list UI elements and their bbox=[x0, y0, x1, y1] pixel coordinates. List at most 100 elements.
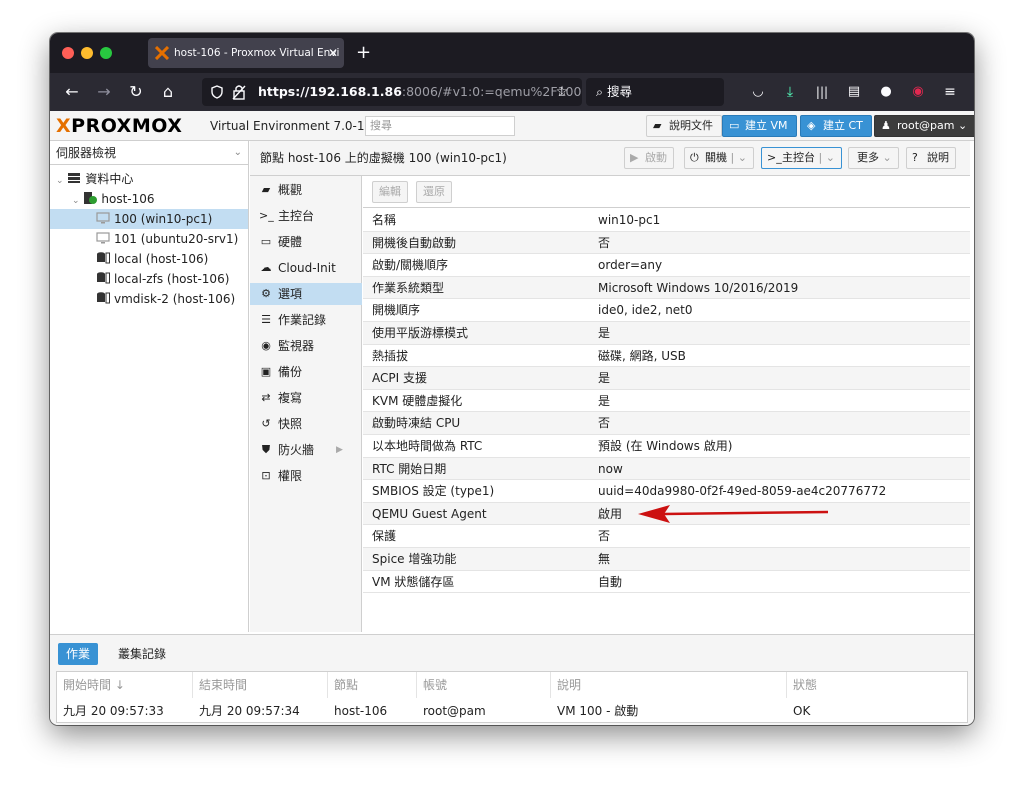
option-row[interactable]: 熱插拔 磁碟, 網路, USB bbox=[363, 345, 970, 368]
option-row[interactable]: 保護 否 bbox=[363, 525, 970, 548]
menu-item-cloud-init[interactable]: ☁ Cloud-Init bbox=[250, 257, 362, 279]
option-row[interactable]: VM 狀態儲存區 自動 bbox=[363, 571, 970, 594]
download-icon[interactable]: ⤓ bbox=[778, 73, 802, 111]
shield-icon: ⛊ bbox=[261, 443, 271, 456]
option-row[interactable]: ACPI 支援 是 bbox=[363, 367, 970, 390]
cell-status: OK bbox=[793, 704, 811, 718]
option-row[interactable]: SMBIOS 設定 (type1) uuid=40da9980-0f2f-49ed… bbox=[363, 480, 970, 503]
revert-button[interactable]: 還原 bbox=[416, 181, 452, 203]
menu-item-task-history[interactable]: ☰ 作業記錄 bbox=[250, 309, 362, 331]
docs-button[interactable]: ▰ 說明文件 bbox=[646, 115, 722, 137]
option-value: order=any bbox=[598, 258, 663, 273]
menu-item-permissions[interactable]: ⊡ 權限 bbox=[250, 465, 362, 487]
option-row[interactable]: RTC 開始日期 now bbox=[363, 457, 970, 481]
chevron-down-icon: ⌄ bbox=[958, 119, 968, 132]
column-user[interactable]: 帳號 bbox=[417, 672, 551, 698]
chevron-down-icon: | ⌄ bbox=[818, 151, 835, 164]
option-row[interactable]: Spice 增強功能 無 bbox=[363, 548, 970, 571]
menu-item-summary[interactable]: ▰ 概觀 bbox=[250, 179, 362, 201]
options-panel: 編輯 還原 名稱 win10-pc1 開機後自動啟動否啟動/關機順序 order=an… bbox=[363, 176, 970, 632]
tab-cluster-log[interactable]: 叢集記錄 bbox=[110, 643, 174, 665]
reload-icon[interactable]: ↻ bbox=[124, 73, 148, 111]
book-icon: ▰ bbox=[261, 183, 271, 196]
option-row[interactable]: 作業系統類型 Microsoft Windows 10/2016/2019 bbox=[363, 276, 970, 300]
monitor-icon: ▭ bbox=[260, 235, 272, 248]
menu-item-console[interactable]: >_ 主控台 bbox=[250, 205, 362, 227]
back-icon[interactable]: ← bbox=[60, 73, 84, 111]
minimize-window-button[interactable] bbox=[81, 47, 93, 59]
view-selector[interactable]: 伺服器檢視 ⌄ bbox=[50, 141, 248, 165]
menu-item-replication[interactable]: ⇄ 複寫 bbox=[250, 387, 362, 409]
cell-node: host-106 bbox=[334, 704, 388, 718]
menu-item-options[interactable]: ⚙ 選項 bbox=[250, 283, 362, 305]
chevron-down-icon: | ⌄ bbox=[730, 151, 747, 164]
tree-item-storage-local-zfs[interactable]: local-zfs (host-106) bbox=[96, 269, 229, 289]
proxmox-favicon-icon bbox=[155, 46, 169, 60]
forward-icon[interactable]: → bbox=[92, 73, 116, 111]
profile-icon[interactable]: ◉ bbox=[906, 73, 930, 111]
edit-button[interactable]: 編輯 bbox=[372, 181, 408, 203]
new-tab-button[interactable]: + bbox=[356, 38, 371, 68]
option-key: 作業系統類型 bbox=[372, 280, 445, 295]
tree-datacenter[interactable]: ⌄ 資料中心 bbox=[56, 169, 133, 189]
option-key: 開機順序 bbox=[372, 303, 421, 318]
tab-close-icon[interactable]: ✕ bbox=[328, 38, 338, 68]
tree-item-storage-vmdisk-2[interactable]: vmdisk-2 (host-106) bbox=[96, 289, 235, 309]
option-row[interactable]: 名稱 win10-pc1 bbox=[363, 209, 970, 232]
column-node[interactable]: 節點 bbox=[328, 672, 417, 698]
browser-search-field[interactable]: ⌕ 搜尋 bbox=[586, 78, 724, 106]
console-button[interactable]: >_ 主控台 | ⌄ bbox=[761, 147, 842, 169]
menu-icon[interactable]: ≡ bbox=[938, 73, 962, 111]
tree-item-storage-local[interactable]: local (host-106) bbox=[96, 249, 208, 269]
option-row[interactable]: 開機順序 ide0, ide2, net0 bbox=[363, 299, 970, 322]
tree-item-vm-101[interactable]: 101 (ubuntu20-srv1) bbox=[96, 229, 238, 249]
extension-icon[interactable]: ● bbox=[874, 73, 898, 111]
help-button[interactable]: ? 說明 bbox=[906, 147, 956, 169]
tab-tasks[interactable]: 作業 bbox=[58, 643, 99, 665]
menu-item-hardware[interactable]: ▭ 硬體 bbox=[250, 231, 362, 253]
column-status[interactable]: 狀態 bbox=[787, 672, 968, 698]
desktop-icon: ▭ bbox=[729, 119, 740, 132]
menu-item-monitor[interactable]: ◉ 監視器 bbox=[250, 335, 362, 357]
library-icon[interactable]: ||| bbox=[810, 73, 834, 111]
pve-header: XPROXMOX Virtual Environment 7.0-11 搜尋 ▰… bbox=[50, 111, 974, 141]
browser-tab[interactable]: host-106 - Proxmox Virtual Envi ✕ bbox=[148, 38, 344, 68]
option-row[interactable]: 開機後自動啟動 否 bbox=[363, 231, 970, 255]
start-button[interactable]: ▶ 啟動 bbox=[624, 147, 674, 169]
bookmark-star-icon[interactable]: ☆ bbox=[550, 73, 574, 111]
option-row[interactable]: 以本地時間做為 RTC 預設 (在 Windows 啟用) bbox=[363, 435, 970, 458]
history-icon: ↺ bbox=[261, 417, 271, 430]
shield-icon[interactable] bbox=[210, 85, 224, 99]
option-key: QEMU Guest Agent bbox=[372, 506, 487, 521]
shutdown-button[interactable]: ⏻ 關機 | ⌄ bbox=[684, 147, 754, 169]
menu-item-snapshots[interactable]: ↺ 快照 bbox=[250, 413, 362, 435]
tree-item-vm-100[interactable]: 100 (win10-pc1) bbox=[50, 209, 248, 229]
zoom-window-button[interactable] bbox=[100, 47, 112, 59]
option-row[interactable]: 使用平版游標模式 是 bbox=[363, 322, 970, 345]
browser-search-label: 搜尋 bbox=[606, 84, 632, 99]
option-key: 名稱 bbox=[372, 213, 397, 227]
create-vm-button[interactable]: ▭ 建立 VM bbox=[722, 115, 797, 137]
create-ct-button[interactable]: ◈ 建立 CT bbox=[800, 115, 872, 137]
book-icon: ▰ bbox=[653, 119, 662, 132]
option-key: 開機後自動啟動 bbox=[372, 235, 457, 250]
menu-item-firewall[interactable]: ⛊ 防火牆 ▶ bbox=[250, 439, 362, 461]
home-icon[interactable]: ⌂ bbox=[156, 73, 180, 111]
more-button[interactable]: 更多 ⌄ bbox=[848, 147, 899, 169]
pocket-icon[interactable]: ◡ bbox=[746, 73, 770, 111]
option-row[interactable]: 啟動時凍結 CPU 否 bbox=[363, 412, 970, 435]
column-end-time[interactable]: 結束時間 bbox=[193, 672, 328, 698]
sidebar-icon[interactable]: ▤ bbox=[842, 73, 866, 111]
url-bar[interactable]: https://192.168.1.86:8006/#v1:0:=qemu%2F… bbox=[202, 78, 582, 106]
tree-node-host[interactable]: ⌄ host-106 bbox=[72, 189, 155, 209]
user-menu-button[interactable]: ♟ root@pam ⌄ bbox=[874, 115, 974, 137]
insecure-lock-icon[interactable] bbox=[232, 84, 246, 100]
column-description[interactable]: 說明 bbox=[551, 672, 787, 698]
pve-search-input[interactable]: 搜尋 bbox=[365, 116, 515, 136]
option-row[interactable]: 啟動/關機順序 order=any bbox=[363, 254, 970, 277]
option-row[interactable]: KVM 硬體虛擬化 是 bbox=[363, 390, 970, 413]
close-window-button[interactable] bbox=[62, 47, 74, 59]
column-start-time[interactable]: 開始時間 ↓ bbox=[57, 672, 193, 698]
question-icon: ? bbox=[912, 151, 918, 164]
menu-item-backup[interactable]: ▣ 備份 bbox=[250, 361, 362, 383]
